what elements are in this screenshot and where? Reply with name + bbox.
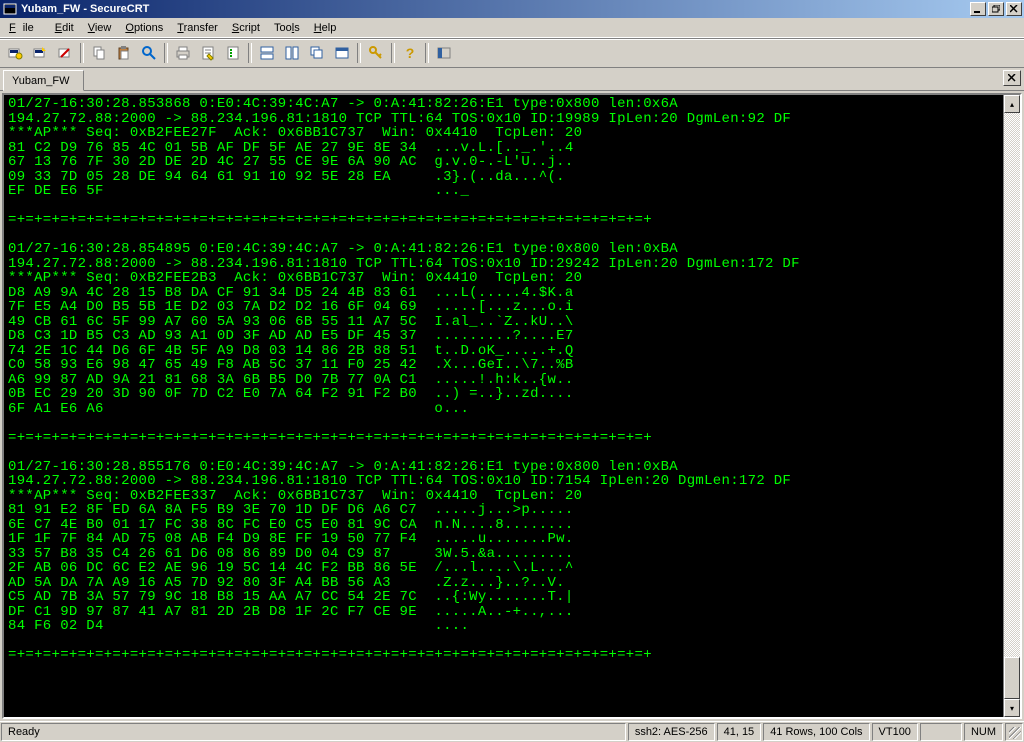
menu-file[interactable]: File (2, 20, 48, 36)
key-icon[interactable] (364, 41, 388, 65)
scrollbar[interactable]: ▴ ▾ (1003, 95, 1020, 717)
terminal-output[interactable]: 01/27-16:30:28.853868 0:E0:4C:39:4C:A7 -… (4, 95, 1003, 717)
tab-label: Yubam_FW (12, 75, 69, 87)
help-icon[interactable]: ? (398, 41, 422, 65)
status-size: 41 Rows, 100 Cols (763, 723, 869, 741)
window-title: Yubam_FW - SecureCRT (21, 3, 970, 15)
status-cursor: 41, 15 (717, 723, 762, 741)
app-icon (2, 1, 18, 17)
tabbar: Yubam_FW (0, 68, 1024, 91)
find-icon[interactable] (137, 41, 161, 65)
tile-h-icon[interactable] (255, 41, 279, 65)
status-caps (920, 723, 962, 741)
properties-icon[interactable] (196, 41, 220, 65)
options-icon[interactable] (221, 41, 245, 65)
menu-script[interactable]: Script (225, 20, 267, 36)
minimize-button[interactable] (970, 2, 986, 16)
tab-session[interactable]: Yubam_FW (3, 70, 84, 91)
tab-close-button[interactable] (1003, 70, 1021, 86)
menu-tools[interactable]: Tools (267, 20, 307, 36)
copy-icon[interactable] (87, 41, 111, 65)
toolbar-separator (248, 43, 252, 63)
status-encryption: ssh2: AES-256 (628, 723, 715, 741)
reconnect-icon[interactable] (3, 41, 27, 65)
menu-help[interactable]: Help (307, 20, 344, 36)
menu-options[interactable]: Options (118, 20, 170, 36)
statusbar: Ready ssh2: AES-256 41, 15 41 Rows, 100 … (0, 721, 1024, 742)
menu-edit[interactable]: Edit (48, 20, 81, 36)
app-window: Yubam_FW - SecureCRT File Edit View Opti… (0, 0, 1024, 742)
print-icon[interactable] (171, 41, 195, 65)
toggle-pane-icon[interactable] (432, 41, 456, 65)
window-list-icon[interactable] (330, 41, 354, 65)
menubar: File Edit View Options Transfer Script T… (0, 18, 1024, 38)
scroll-up-button[interactable]: ▴ (1004, 95, 1020, 113)
menu-view[interactable]: View (81, 20, 119, 36)
cascade-icon[interactable] (305, 41, 329, 65)
status-numlock: NUM (964, 723, 1003, 741)
restore-button[interactable] (988, 2, 1004, 16)
paste-icon[interactable] (112, 41, 136, 65)
terminal-border: 01/27-16:30:28.853868 0:E0:4C:39:4C:A7 -… (2, 93, 1022, 719)
scroll-thumb[interactable] (1004, 657, 1020, 699)
resize-grip[interactable] (1005, 723, 1023, 741)
toolbar-separator (357, 43, 361, 63)
disconnect-icon[interactable] (53, 41, 77, 65)
titlebar: Yubam_FW - SecureCRT (0, 0, 1024, 18)
toolbar-separator (80, 43, 84, 63)
tile-v-icon[interactable] (280, 41, 304, 65)
toolbar-separator (164, 43, 168, 63)
terminal-container: 01/27-16:30:28.853868 0:E0:4C:39:4C:A7 -… (0, 91, 1024, 721)
menu-transfer[interactable]: Transfer (170, 20, 225, 36)
status-term: VT100 (872, 723, 918, 741)
scroll-track[interactable] (1004, 113, 1020, 699)
toolbar: ? (0, 38, 1024, 68)
quick-connect-icon[interactable] (28, 41, 52, 65)
toolbar-separator (425, 43, 429, 63)
toolbar-separator (391, 43, 395, 63)
scroll-down-button[interactable]: ▾ (1004, 699, 1020, 717)
svg-text:?: ? (406, 45, 415, 61)
status-ready: Ready (1, 723, 626, 741)
close-button[interactable] (1006, 2, 1022, 16)
